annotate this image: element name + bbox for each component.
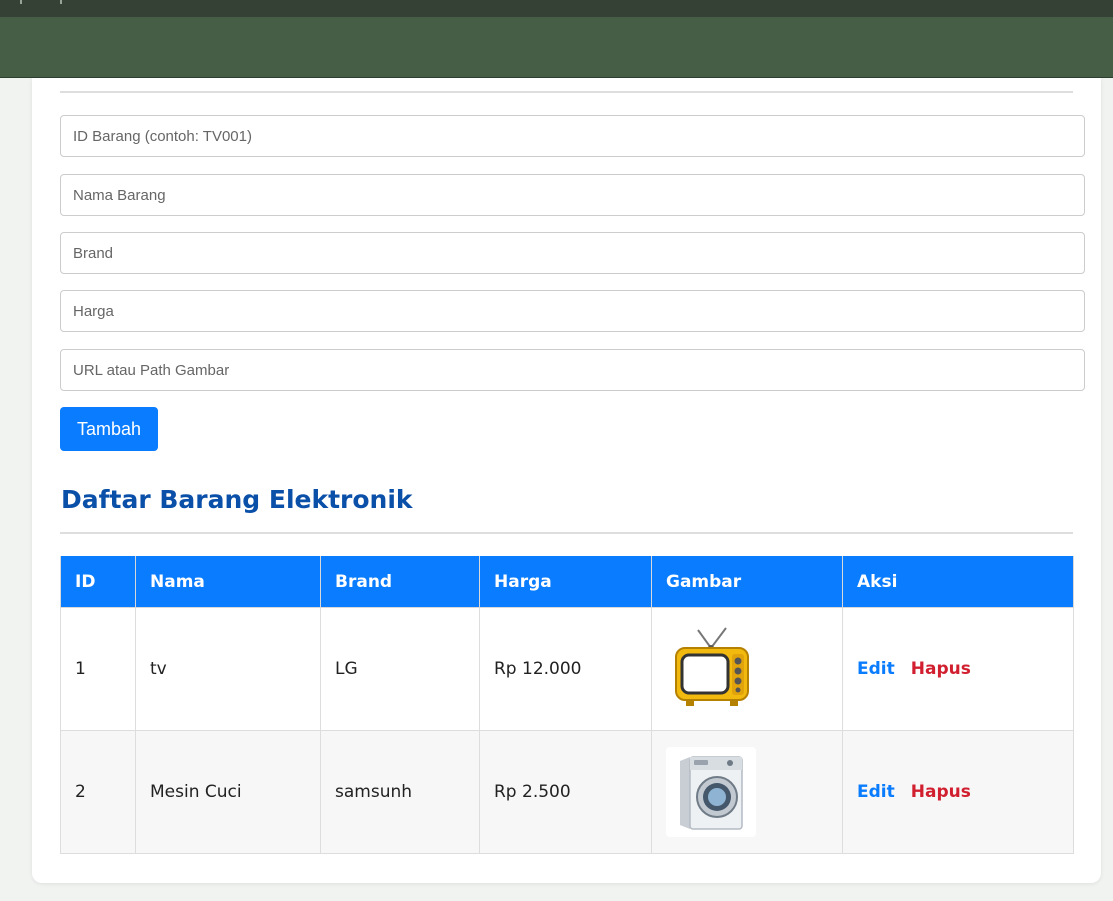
- navbar: [0, 17, 1113, 78]
- add-button[interactable]: Tambah: [60, 407, 158, 451]
- divider: [60, 91, 1073, 93]
- image-url-input[interactable]: [60, 349, 1085, 391]
- column-header-brand: Brand: [320, 556, 480, 608]
- divider: [60, 532, 1073, 534]
- price-input[interactable]: [60, 290, 1085, 332]
- column-header-action: Aksi: [842, 556, 1074, 608]
- cell-action: Edit Hapus: [842, 730, 1074, 854]
- cell-price: Rp 12.000: [479, 607, 652, 731]
- cell-image: [651, 730, 843, 854]
- column-header-name: Nama: [135, 556, 321, 608]
- main-card: Tambah Daftar Barang Elektronik ID Nama …: [32, 78, 1101, 883]
- cell-name: Mesin Cuci: [135, 730, 321, 854]
- delete-link[interactable]: Hapus: [911, 782, 971, 802]
- retro-tv-icon: [666, 624, 756, 714]
- table-row: 2 Mesin Cuci samsunh Rp 2.500 Edit Hapus: [60, 730, 1074, 854]
- delete-link[interactable]: Hapus: [911, 659, 971, 679]
- items-table: ID Nama Brand Harga Gambar Aksi 1 tv LG …: [60, 556, 1074, 854]
- name-input[interactable]: [60, 174, 1085, 216]
- washing-machine-icon: [666, 747, 756, 837]
- edit-link[interactable]: Edit: [857, 782, 895, 802]
- cell-brand: LG: [320, 607, 480, 731]
- cell-action: Edit Hapus: [842, 607, 1074, 731]
- cell-price: Rp 2.500: [479, 730, 652, 854]
- strip-tick: [20, 0, 22, 4]
- brand-input[interactable]: [60, 232, 1085, 274]
- cell-id: 2: [60, 730, 136, 854]
- column-header-price: Harga: [479, 556, 652, 608]
- column-header-id: ID: [60, 556, 136, 608]
- cell-brand: samsunh: [320, 730, 480, 854]
- cell-id: 1: [60, 607, 136, 731]
- cell-image: [651, 607, 843, 731]
- edit-link[interactable]: Edit: [857, 659, 895, 679]
- cell-name: tv: [135, 607, 321, 731]
- strip-tick: [60, 0, 62, 4]
- browser-top-strip: [0, 0, 1113, 17]
- column-header-image: Gambar: [651, 556, 843, 608]
- list-title: Daftar Barang Elektronik: [61, 485, 413, 514]
- table-row: 1 tv LG Rp 12.000 Edit Hapus: [60, 607, 1074, 731]
- table-header-row: ID Nama Brand Harga Gambar Aksi: [60, 556, 1074, 608]
- id-input[interactable]: [60, 115, 1085, 157]
